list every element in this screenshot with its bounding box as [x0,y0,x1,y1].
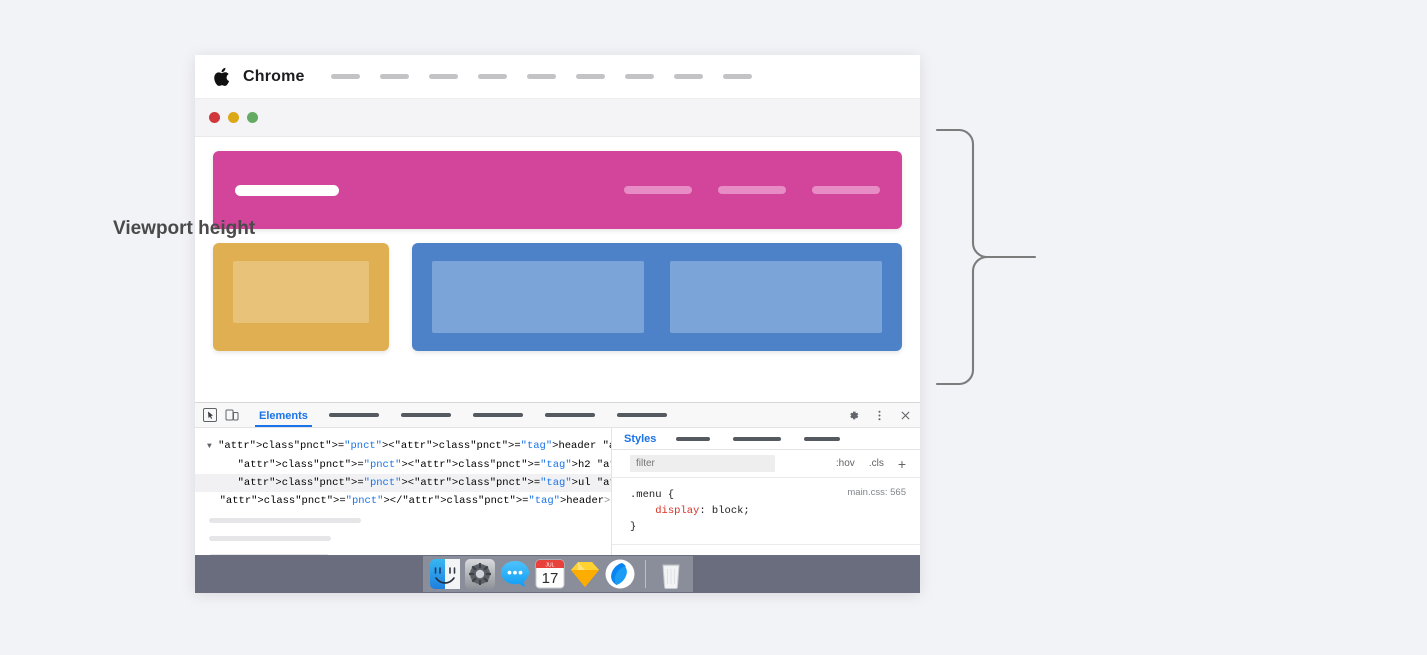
styles-tab[interactable] [733,436,782,441]
trash-icon[interactable] [655,558,687,590]
css-declaration[interactable]: display: block; [630,503,906,519]
devtools-toolbar: Elements [195,403,920,428]
styles-tab[interactable] [804,436,841,441]
calendar-month-label: JUL [545,563,554,569]
nav-item-placeholder[interactable] [718,186,786,194]
nav-menu-placeholders[interactable] [598,186,880,194]
devtools-actions [847,403,912,428]
dom-tree[interactable]: ▼ "attr">class"pnct">="pnct"><"attr">cla… [195,437,611,510]
devtools-tab[interactable] [616,413,667,417]
menu-item[interactable] [330,74,360,79]
card-blue-panel [432,261,644,333]
dom-node[interactable]: "attr">class"pnct">="pnct"></"attr">clas… [195,492,611,510]
styles-pseudo-controls: :hov .cls + [836,457,906,471]
system-preferences-icon[interactable] [464,558,496,590]
card-blue-panel [670,261,882,333]
devtools-tab[interactable] [472,413,523,417]
devtools-tab[interactable] [400,413,451,417]
dom-placeholder-line [209,518,361,523]
calendar-day-label: 17 [541,570,558,587]
page-header [213,151,902,229]
content-cards [213,243,902,351]
nav-item-placeholder[interactable] [624,186,692,194]
hover-toggle[interactable]: :hov [836,458,855,469]
zoom-window-button[interactable] [247,112,258,123]
inspect-element-icon[interactable] [202,407,218,423]
devtools-tab[interactable] [328,413,379,417]
dock-divider [644,560,646,588]
brand-placeholder [235,184,339,196]
dom-node[interactable]: "attr">class"pnct">="pnct"><"attr">class… [195,456,611,474]
nav-item-placeholder[interactable] [812,186,880,194]
dock-tray: JUL 17 [422,556,693,592]
browser-window: Chrome Elements ▼ "attr">class"pnct">="p… [195,55,920,593]
card-yellow-inner [233,261,369,323]
css-rule[interactable]: main.css: 565 .menu { display: block;} [612,478,920,545]
styles-tab[interactable] [676,436,711,441]
window-title-bar [195,99,920,137]
menu-item[interactable] [575,74,605,79]
menu-item[interactable] [428,74,458,79]
menu-item[interactable] [722,74,752,79]
devtools-hidden-tabs[interactable] [328,413,689,417]
card-yellow [213,243,389,351]
menu-item[interactable] [379,74,409,79]
dom-placeholder-line [209,536,331,541]
menu-item[interactable] [673,74,703,79]
menu-item[interactable] [477,74,507,79]
sketch-icon[interactable] [569,558,601,590]
tab-elements[interactable]: Elements [255,403,312,427]
dom-node[interactable]: ▼ "attr">class"pnct">="pnct"><"attr">cla… [195,437,611,456]
macos-menu-bar: Chrome [195,55,920,99]
styles-hidden-tabs[interactable] [676,436,863,441]
menu-item[interactable] [624,74,654,79]
dom-node[interactable]: "attr">class"pnct">="pnct"><"attr">class… [195,474,611,492]
styles-filter-input[interactable] [630,455,775,473]
finder-icon[interactable] [429,558,461,590]
screenshot-stage: Chrome Elements ▼ "attr">class"pnct">="p… [0,0,1427,655]
zeplin-icon[interactable] [604,558,636,590]
tab-styles[interactable]: Styles [624,433,656,445]
css-rule-source[interactable]: main.css: 565 [847,487,906,498]
class-toggle[interactable]: .cls [869,458,884,469]
menu-item[interactable] [526,74,556,79]
messages-icon[interactable] [499,558,531,590]
apple-logo-icon [214,67,230,86]
viewport-height-annotation [935,128,1037,386]
styles-tab-bar: Styles [612,428,920,451]
kebab-menu-icon[interactable] [873,409,886,422]
menu-items[interactable] [330,74,772,79]
page-viewport [195,137,920,368]
viewport-height-label: Viewport height [113,218,256,239]
calendar-icon[interactable]: JUL 17 [534,558,566,590]
close-window-button[interactable] [209,112,220,123]
minimize-window-button[interactable] [228,112,239,123]
css-rule-close: } [630,521,637,533]
add-rule-button[interactable]: + [898,457,906,471]
device-toolbar-icon[interactable] [224,407,240,423]
menu-app-name: Chrome [243,67,305,85]
styles-filter-row: :hov .cls + [612,450,920,478]
close-icon[interactable] [899,409,912,422]
gear-icon[interactable] [847,409,860,422]
macos-dock-bar: JUL 17 [195,555,920,593]
devtools-tab[interactable] [544,413,595,417]
card-blue [412,243,902,351]
